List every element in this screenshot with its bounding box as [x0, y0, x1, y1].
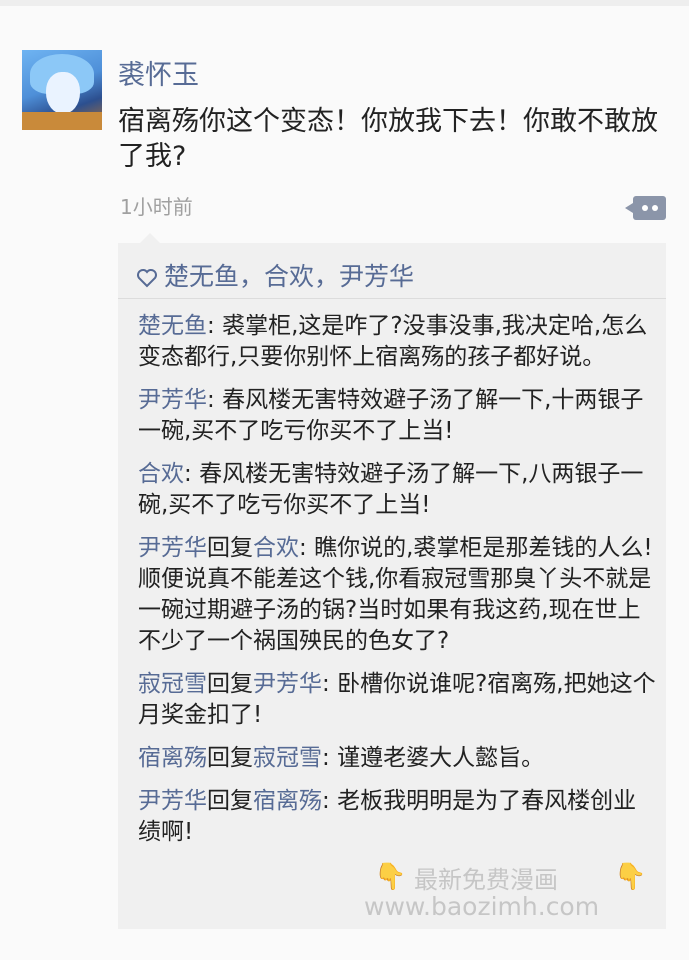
- comment-separator: :: [207, 387, 223, 413]
- comment-author[interactable]: 宿离殇: [138, 745, 207, 771]
- comment-reply-word: 回复: [207, 788, 253, 814]
- comment-reply-to[interactable]: 寂冠雪: [253, 745, 322, 771]
- comment-item[interactable]: 尹芳华回复合欢: 瞧你说的,裘掌柜是那差钱的人么!顺便说真不能差这个钱,你看寂冠…: [138, 533, 658, 657]
- comment-item[interactable]: 寂冠雪回复尹芳华: 卧槽你说谁呢?宿离殇,把她这个月奖金扣了!: [138, 669, 658, 731]
- comment-author[interactable]: 尹芳华: [138, 535, 207, 561]
- comment-list: 楚无鱼: 裘掌柜,这是咋了?没事没事,我决定哈,怎么变态都行,只要你别怀上宿离殇…: [138, 311, 658, 860]
- comment-author[interactable]: 楚无鱼: [138, 313, 207, 339]
- comment-text: 春风楼无害特效避子汤了解一下,八两银子一碗,买不了吃亏你买不了上当!: [138, 461, 644, 518]
- comment-item[interactable]: 尹芳华回复宿离殇: 老板我明明是为了春风楼创业绩啊!: [138, 786, 658, 848]
- post-text: 宿离殇你这个变态！你放我下去！你敢不敢放了我?: [118, 106, 658, 172]
- comment-author[interactable]: 尹芳华: [138, 387, 207, 413]
- comment-separator: :: [184, 461, 200, 487]
- comment-item[interactable]: 楚无鱼: 裘掌柜,这是咋了?没事没事,我决定哈,怎么变态都行,只要你别怀上宿离殇…: [138, 311, 658, 373]
- post-author-name[interactable]: 裘怀玉: [118, 53, 199, 92]
- comment-reply-to[interactable]: 尹芳华: [253, 671, 322, 697]
- heart-outline-icon: [137, 269, 157, 288]
- comment-separator: :: [207, 313, 223, 339]
- top-edge: [0, 0, 689, 6]
- more-dot-icon: [652, 205, 658, 211]
- avatar[interactable]: [22, 50, 102, 130]
- interaction-panel: 楚无鱼，合欢，尹芳华 楚无鱼: 裘掌柜,这是咋了?没事没事,我决定哈,怎么变态都…: [118, 233, 666, 929]
- comment-reply-word: 回复: [207, 745, 253, 771]
- comment-separator: :: [299, 535, 315, 561]
- comment-separator: :: [322, 671, 338, 697]
- comment-reply-word: 回复: [207, 671, 253, 697]
- comment-text: 谨遵老婆大人懿旨。: [337, 745, 545, 771]
- avatar-face: [46, 72, 80, 114]
- comment-item[interactable]: 尹芳华: 春风楼无害特效避子汤了解一下,十两银子一碗,买不了吃亏你买不了上当!: [138, 385, 658, 447]
- likes-names[interactable]: 楚无鱼，合欢，尹芳华: [164, 262, 414, 291]
- more-dot-icon: [642, 205, 648, 211]
- likes-row: 楚无鱼，合欢，尹芳华: [136, 257, 414, 293]
- comment-item[interactable]: 宿离殇回复寂冠雪: 谨遵老婆大人懿旨。: [138, 743, 658, 774]
- post-time: 1小时前: [120, 195, 193, 219]
- comment-author[interactable]: 寂冠雪: [138, 671, 207, 697]
- comment-author[interactable]: 尹芳华: [138, 788, 207, 814]
- comment-reply-word: 回复: [207, 535, 253, 561]
- comment-more-button[interactable]: [625, 196, 666, 220]
- comment-reply-to[interactable]: 宿离殇: [253, 788, 322, 814]
- divider: [118, 298, 666, 299]
- comment-separator: :: [322, 788, 338, 814]
- comment-separator: :: [322, 745, 338, 771]
- comment-author[interactable]: 合欢: [138, 461, 184, 487]
- comment-reply-to[interactable]: 合欢: [253, 535, 299, 561]
- avatar-robe: [22, 112, 102, 130]
- comment-item[interactable]: 合欢: 春风楼无害特效避子汤了解一下,八两银子一碗,买不了吃亏你买不了上当!: [138, 459, 658, 521]
